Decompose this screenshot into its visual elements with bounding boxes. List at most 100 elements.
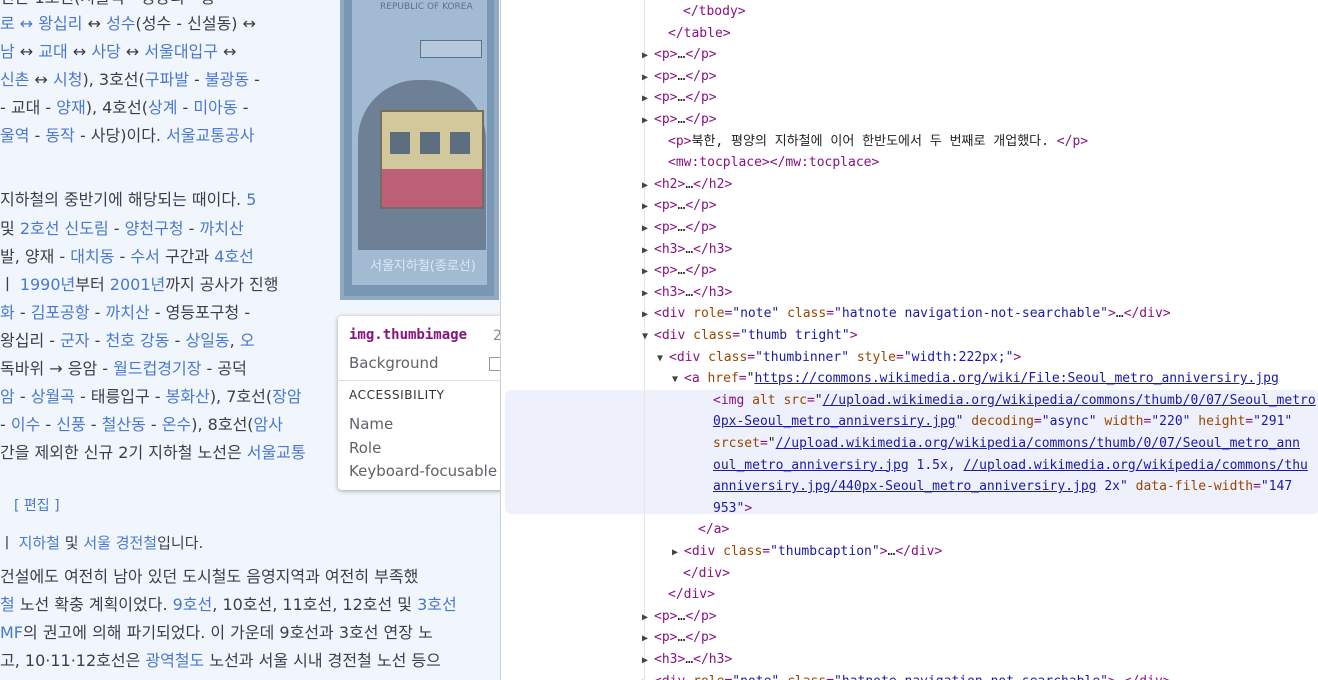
dom-node-line[interactable]: oul_metro_anniversiry.jpg 1.5x, //upload… [713,455,1308,476]
article-link[interactable]: 사당 [91,42,120,61]
dom-url-link[interactable]: https://commons.wikimedia.org/wiki/File:… [754,371,1278,386]
expand-triangle-closed-icon[interactable]: ▶ [642,218,654,239]
article-link[interactable]: 봉화산 [166,387,210,406]
expand-triangle-open-icon[interactable]: ▼ [657,348,669,369]
article-link[interactable]: 화 [0,303,15,322]
article-link[interactable]: 3호선 [417,595,457,614]
article-link[interactable]: 남 [0,42,15,61]
article-link[interactable]: 구파발 [145,70,189,89]
article-link[interactable]: 군자 [60,331,89,350]
dom-node-line[interactable]: <mw:tocplace></mw:tocplace> [668,152,879,173]
expand-triangle-closed-icon[interactable]: ▶ [642,45,654,66]
article-link[interactable]: 철산동 [102,415,146,434]
article-link[interactable]: 서울교통공사 [166,126,254,145]
dom-node-line[interactable]: ▶ <p>…</p> [642,109,717,130]
dom-url-link[interactable]: 0px-Seoul_metro_anniversiry.jpg [713,414,956,429]
expand-triangle-closed-icon[interactable]: ▶ [642,628,654,649]
article-link[interactable]: 강동 [140,331,169,350]
expand-triangle-closed-icon[interactable]: ▶ [642,175,654,196]
article-link[interactable]: 5 [246,190,256,209]
dom-node-line[interactable]: ▶ <h3>…</h3> [642,282,732,303]
article-link[interactable]: 로 ↔ [0,14,38,33]
dom-node-line[interactable]: ▶ <div class="thumbcaption">…</div> [672,541,942,562]
article-link[interactable]: 불광동 [205,70,249,89]
dom-url-link[interactable]: //upload.wikimedia.org/wikipedia/commons… [963,458,1307,473]
dom-node-line[interactable]: ▶ <p>…</p> [642,606,717,627]
dom-node-line[interactable]: ▶ <p>…</p> [642,87,717,108]
dom-node-line[interactable]: 0px-Seoul_metro_anniversiry.jpg" decodin… [713,411,1292,432]
article-link[interactable]: 미아동 [193,98,237,117]
dom-url-link[interactable]: oul_metro_anniversiry.jpg [713,458,909,473]
article-link[interactable]: 까치산 [200,219,244,238]
dom-node-line[interactable]: 953"> [713,498,752,519]
article-link[interactable]: 서울교통 [247,443,306,462]
article-link[interactable]: 신도림 [65,219,109,238]
dom-node-line[interactable]: ▼ <a href="https://commons.wikimedia.org/… [672,368,1279,389]
article-link[interactable]: 까치산 [106,303,150,322]
article-link[interactable]: MF [0,623,23,642]
expand-triangle-closed-icon[interactable]: ▶ [642,607,654,628]
article-link[interactable]: 오 [240,331,255,350]
article-link[interactable]: 천호 [106,331,135,350]
article-link[interactable]: 상계 [148,98,177,117]
dom-url-link[interactable]: anniversiry.jpg/440px-Seoul_metro_annive… [713,479,1097,494]
expand-triangle-closed-icon[interactable]: ▶ [642,283,654,304]
devtools-elements-panel[interactable]: </tbody> </table> ▶ <p>…</p> ▶ <p>…</p> ▶ <p>…<… [500,0,1318,680]
dom-node-line[interactable]: </div> [668,584,715,605]
edit-section-link[interactable]: [ 편집 ] [14,493,60,519]
dom-node-line[interactable]: ▼ <div class="thumbinner" style="width:22… [657,347,1021,368]
article-link[interactable]: 철 [0,595,15,614]
article-link[interactable]: 암 [0,387,15,406]
dom-node-line[interactable]: ▶ <p>…</p> [642,627,717,648]
article-link[interactable]: 이수 [11,415,40,434]
expand-triangle-closed-icon[interactable]: ▶ [642,67,654,88]
article-link[interactable]: 상월곡 [31,387,75,406]
expand-triangle-closed-icon[interactable]: ▶ [642,196,654,217]
article-link[interactable]: 상일동 [185,331,229,350]
expand-triangle-open-icon[interactable]: ▼ [672,369,684,390]
article-link[interactable]: 장암 [272,387,301,406]
dom-url-link[interactable]: //upload.wikimedia.org/wikipedia/commons… [776,436,1300,451]
article-link[interactable]: 9호선 [173,595,213,614]
article-link[interactable]: 교대 [38,42,67,61]
article-link[interactable]: 2호선 [20,219,60,238]
article-link[interactable]: 4호선 [214,247,254,266]
dom-node-line[interactable]: ▶ <p>…</p> [642,217,717,238]
article-link[interactable]: 동작 [45,126,74,145]
expand-triangle-closed-icon[interactable]: ▶ [642,240,654,261]
expand-triangle-closed-icon[interactable]: ▶ [642,672,654,680]
article-link[interactable]: 서울대입구 [144,42,218,61]
dom-node-line[interactable]: </a> [698,519,729,540]
article-link[interactable]: 시청 [53,70,82,89]
article-link[interactable]: 2001년 [110,275,165,294]
article-link[interactable]: 암사 [254,415,283,434]
dom-url-link[interactable]: //upload.wikimedia.org/wikipedia/commons… [823,393,1316,408]
article-link[interactable]: 온수 [162,415,191,434]
dom-node-line[interactable]: ▶ <p>…</p> [642,66,717,87]
expand-triangle-closed-icon[interactable]: ▶ [672,542,684,563]
expand-triangle-closed-icon[interactable]: ▶ [642,110,654,131]
expand-triangle-closed-icon[interactable]: ▶ [642,650,654,671]
expand-triangle-open-icon[interactable]: ▼ [642,326,654,347]
expand-triangle-closed-icon[interactable]: ▶ [642,304,654,325]
article-link[interactable]: 서울 경전철 [83,534,157,552]
article-link[interactable]: 김포공항 [31,303,90,322]
article-link[interactable]: 왕십리 [38,14,82,33]
article-link[interactable]: 지하철 [19,534,60,552]
thumb-image[interactable]: REPUBLIC OF KOREA 서울지하철(종로선) [340,0,499,300]
dom-node-line[interactable]: </div> [683,563,730,584]
article-link[interactable]: 광역철도 [145,651,204,670]
article-link[interactable]: 월드컵경기장 [113,359,201,378]
article-link[interactable]: 대치동 [70,247,114,266]
dom-node-line[interactable]: anniversiry.jpg/440px-Seoul_metro_annive… [713,476,1292,497]
dom-node-line[interactable]: ▶<div role="note" class="hatnote navigat… [642,671,1171,680]
article-link[interactable]: 성수 [106,14,135,33]
dom-node-line[interactable]: ▶<div role="note" class="hatnote navigat… [642,303,1171,324]
dom-node-line[interactable]: ▶ <h3>…</h3> [642,649,732,670]
dom-node-line[interactable]: </tbody> [683,1,746,22]
article-link[interactable]: 울역 [0,126,29,145]
article-link[interactable]: 신풍 [56,415,85,434]
dom-node-line[interactable]: ▶ <p>…</p> [642,260,717,281]
article-link[interactable]: 신촌 [0,70,29,89]
dom-node-line[interactable]: srcset="//upload.wikimedia.org/wikipedia… [713,433,1300,454]
